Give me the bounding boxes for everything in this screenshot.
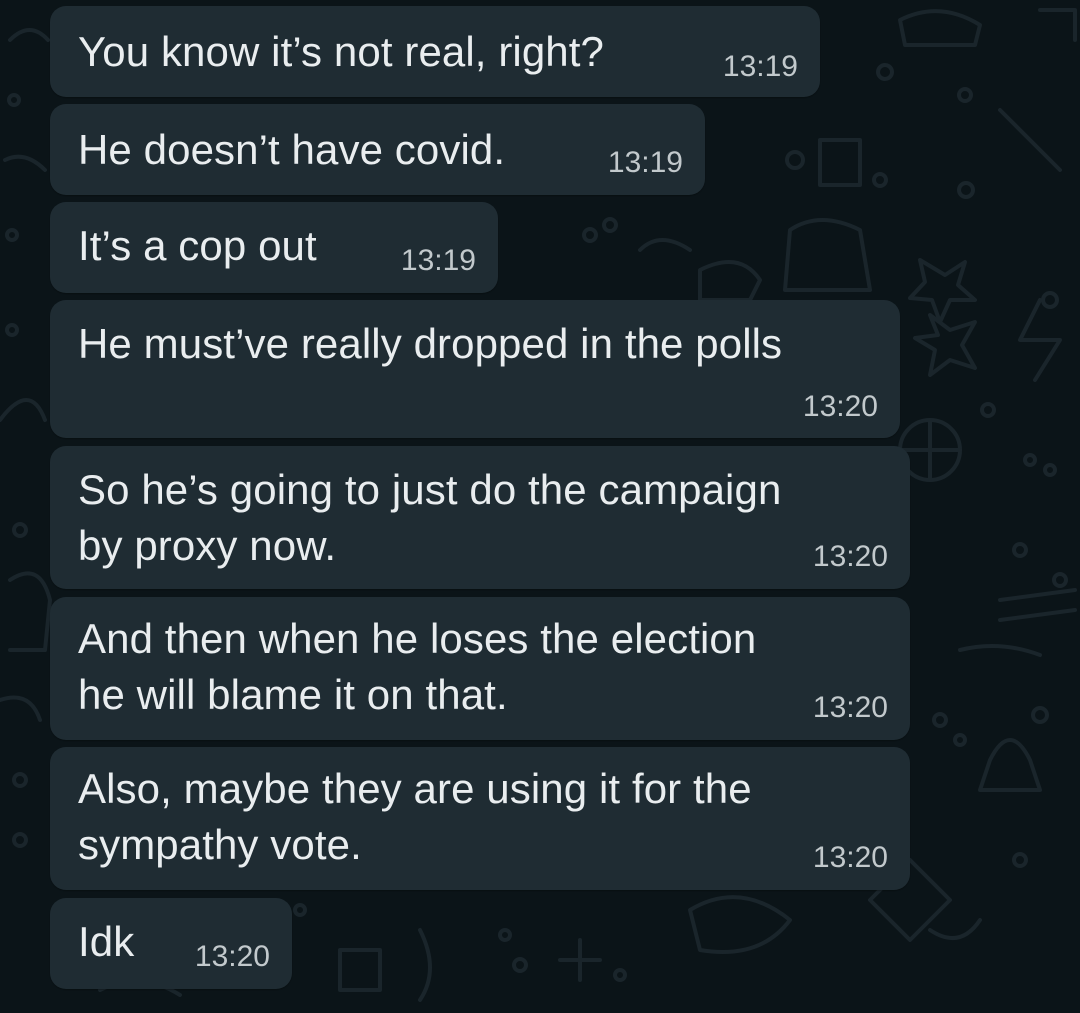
message-text-line: sympathy vote. [78,821,362,868]
message-timestamp: 13:20 [802,390,878,423]
message-bubble[interactable]: It’s a cop out 13:19 [50,202,498,293]
message-timestamp: 13:19 [400,244,476,277]
message-timestamp: 13:20 [812,691,888,724]
message-text-line: by proxy now. [78,522,337,569]
message-bubble[interactable]: Idk 13:20 [50,898,292,989]
message-timestamp: 13:20 [812,841,888,874]
message-bubble[interactable]: Also, maybe they are using it for the sy… [50,747,910,890]
message-bubble[interactable]: He doesn’t have covid. 13:19 [50,104,705,195]
message-text-line: And then when he loses the election [78,615,757,662]
message-text: He must’ve really dropped in the polls [78,320,783,367]
message-timestamp: 13:19 [607,146,683,179]
message-timestamp: 13:20 [812,540,888,573]
message-bubble[interactable]: You know it’s not real, right? 13:19 [50,6,820,97]
message-timestamp: 13:19 [722,50,798,83]
message-text-line: Also, maybe they are using it for the [78,765,752,812]
message-text: He doesn’t have covid. [78,126,506,173]
message-text-line: he will blame it on that. [78,671,508,718]
message-text: You know it’s not real, right? [78,28,604,75]
message-text-line: So he’s going to just do the campaign [78,466,782,513]
message-bubble[interactable]: So he’s going to just do the campaign by… [50,446,910,589]
message-list[interactable]: You know it’s not real, right? 13:19 He … [0,0,1080,1013]
message-text: It’s a cop out [78,222,317,269]
message-text: Idk [78,918,135,965]
message-bubble[interactable]: He must’ve really dropped in the polls 1… [50,300,900,438]
message-timestamp: 13:20 [194,940,270,973]
message-bubble[interactable]: And then when he loses the election he w… [50,597,910,740]
